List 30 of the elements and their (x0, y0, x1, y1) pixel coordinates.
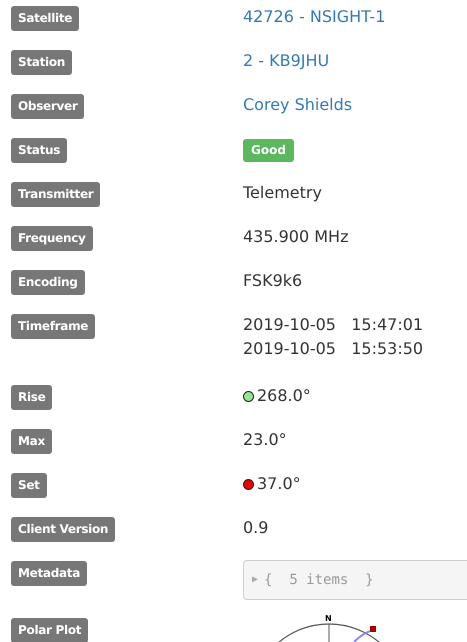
value-text: 0.9 (243, 518, 268, 537)
value-link[interactable]: Corey Shields (243, 95, 352, 114)
field-label: Station (11, 50, 72, 75)
field-label: Encoding (11, 270, 85, 295)
field-label: Timeframe (11, 314, 96, 339)
expand-arrow: ▶ (252, 573, 258, 587)
field-label: Metadata (11, 561, 88, 586)
value-text: 37.0° (257, 474, 301, 493)
value-link[interactable]: 2 - KB9JHU (243, 51, 330, 70)
value-text: 268.0° (257, 386, 311, 405)
value-text: 23.0° (243, 430, 287, 449)
metadata-viewer[interactable]: ▶ { 5 items } (243, 560, 467, 600)
metadata-summary: { 5 items } (264, 571, 374, 590)
field-label: Status (11, 138, 68, 163)
field-label: Transmitter (11, 182, 100, 207)
field-label: Satellite (11, 6, 80, 31)
field-label: Client Version (11, 517, 116, 542)
value-text: 435.900 MHz (243, 227, 348, 246)
field-label: Observer (11, 94, 84, 119)
value-text: Telemetry (243, 183, 322, 202)
field-label: Polar Plot (11, 618, 88, 642)
field-label: Rise (11, 385, 52, 410)
value-text: 2019-10-05 15:47:01 (243, 314, 424, 336)
field-label: Frequency (11, 226, 93, 251)
value-text: 2019-10-05 15:53:50 (243, 338, 424, 360)
value-text: FSK9k6 (243, 271, 302, 290)
value-link[interactable]: 42726 - NSIGHT-1 (243, 7, 386, 26)
status-badge: Good (243, 139, 294, 162)
field-label: Set (11, 473, 47, 498)
field-label: Max (11, 429, 52, 454)
